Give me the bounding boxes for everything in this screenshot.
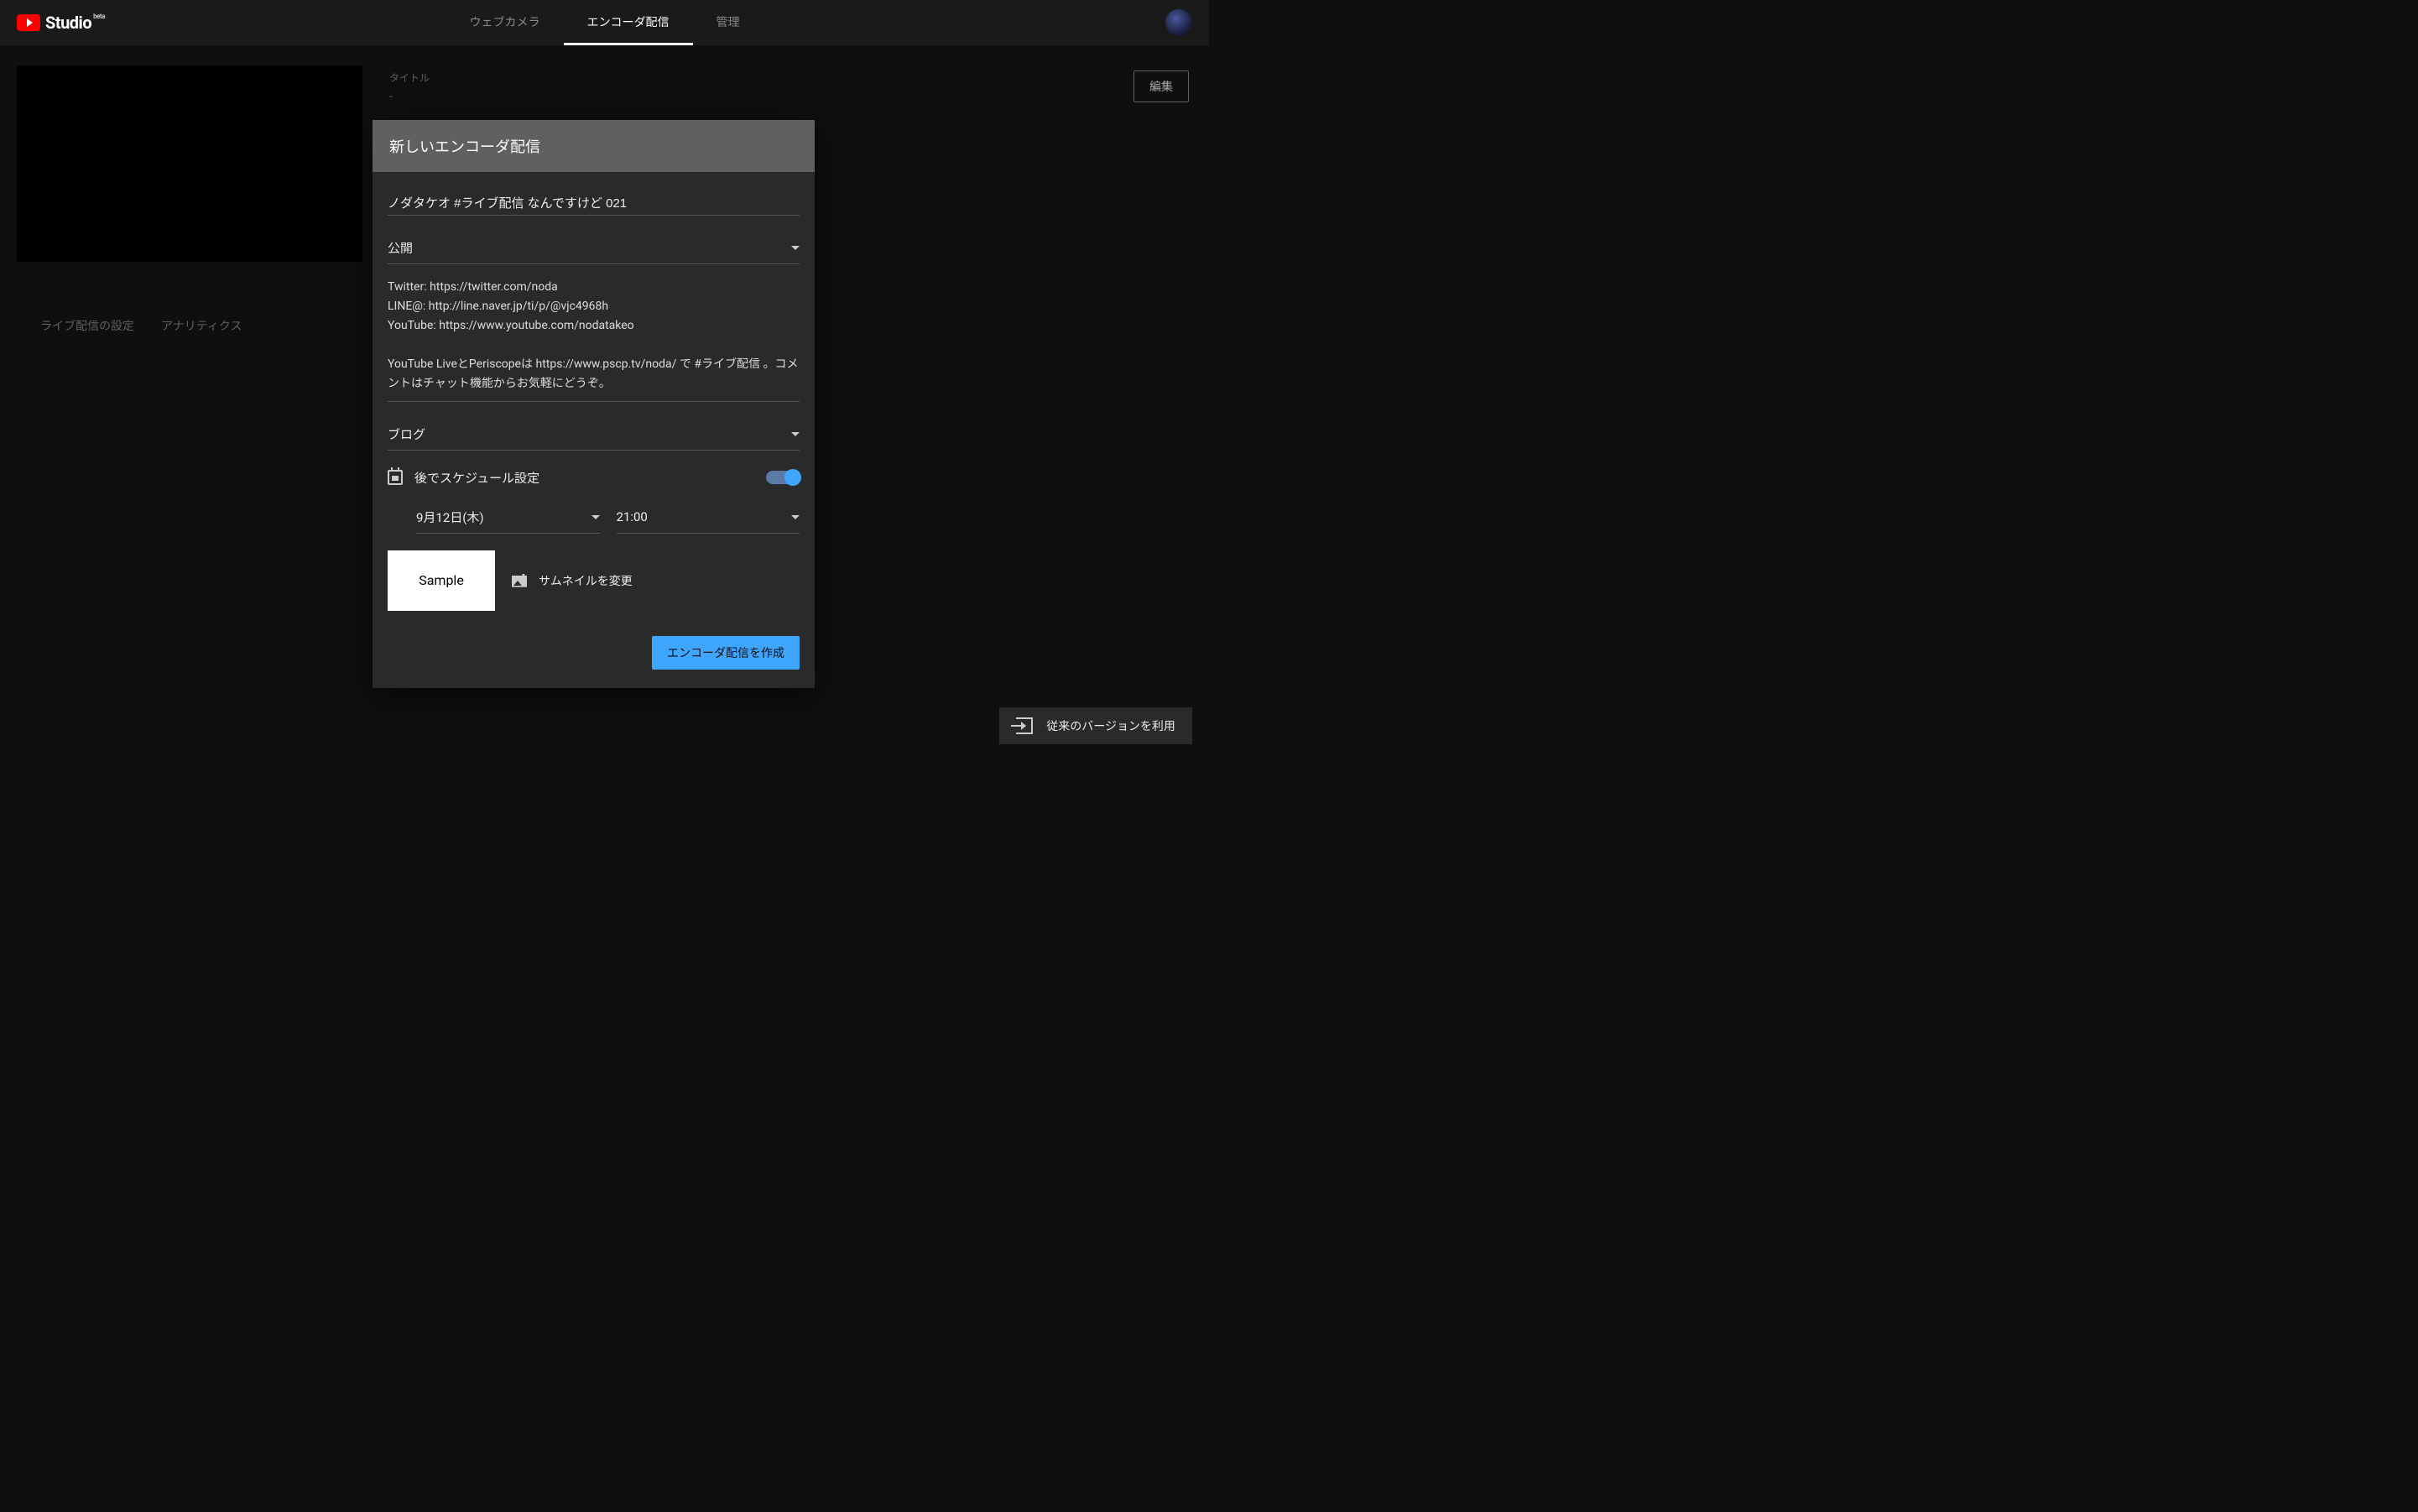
time-value: 21:00 xyxy=(617,509,648,524)
video-preview xyxy=(17,65,362,262)
chevron-down-icon xyxy=(591,515,600,519)
description-textarea[interactable]: Twitter: https://twitter.com/nodaLINE@: … xyxy=(388,278,800,402)
title-label: タイトル xyxy=(389,70,430,85)
change-thumbnail-label: サムネイルを変更 xyxy=(539,572,633,589)
chevron-down-icon xyxy=(791,246,800,250)
create-stream-button[interactable]: エンコーダ配信を作成 xyxy=(652,636,800,670)
title-value: - xyxy=(389,90,430,103)
chevron-down-icon xyxy=(791,432,800,436)
calendar-icon xyxy=(388,470,403,485)
subtab-analytics[interactable]: アナリティクス xyxy=(161,317,242,334)
header-tabs: ウェブカメラ エンコーダ配信 管理 xyxy=(446,0,763,45)
visibility-select[interactable]: 公開 xyxy=(388,231,800,264)
studio-logo[interactable]: Studiobeta xyxy=(17,13,105,33)
modal-heading: 新しいエンコーダ配信 xyxy=(373,120,815,172)
edit-button[interactable]: 編集 xyxy=(1133,70,1189,102)
subtab-stream-settings[interactable]: ライブ配信の設定 xyxy=(40,317,134,334)
user-avatar[interactable] xyxy=(1165,9,1192,36)
new-encoder-modal: 新しいエンコーダ配信 公開 Twitter: https://twitter.c… xyxy=(373,120,815,688)
time-select[interactable]: 21:00 xyxy=(617,502,800,534)
tab-webcam[interactable]: ウェブカメラ xyxy=(446,0,564,45)
main-content: ライブ配信の設定 アナリティクス タイトル - 編集 新しいエンコーダ配信 公開… xyxy=(0,45,1209,334)
legacy-label: 従来のバージョンを利用 xyxy=(1046,717,1175,734)
image-add-icon xyxy=(512,574,527,587)
stream-title-input[interactable] xyxy=(388,189,800,216)
tab-encoder[interactable]: エンコーダ配信 xyxy=(564,0,693,45)
top-header: Studiobeta ウェブカメラ エンコーダ配信 管理 xyxy=(0,0,1209,45)
details-pane: タイトル - 編集 新しいエンコーダ配信 公開 Twitter: https:/… xyxy=(373,65,1196,334)
preview-pane: ライブ配信の設定 アナリティクス xyxy=(17,65,362,334)
stream-subtabs: ライブ配信の設定 アナリティクス xyxy=(17,317,362,334)
category-select[interactable]: ブログ xyxy=(388,417,800,451)
change-thumbnail-button[interactable]: サムネイルを変更 xyxy=(512,572,633,589)
date-value: 9月12日(木) xyxy=(416,508,484,526)
visibility-value: 公開 xyxy=(388,239,413,257)
youtube-icon xyxy=(17,14,40,31)
studio-wordmark: Studiobeta xyxy=(45,13,105,33)
schedule-label: 後でスケジュール設定 xyxy=(414,469,754,487)
thumbnail-preview: Sample xyxy=(388,550,495,611)
category-value: ブログ xyxy=(388,425,425,443)
tab-manage[interactable]: 管理 xyxy=(693,0,763,45)
schedule-toggle[interactable] xyxy=(766,471,800,484)
exit-icon xyxy=(1016,717,1033,734)
date-select[interactable]: 9月12日(木) xyxy=(416,502,600,534)
stream-title-block: タイトル - xyxy=(389,70,430,103)
chevron-down-icon xyxy=(791,515,800,519)
legacy-version-button[interactable]: 従来のバージョンを利用 xyxy=(999,707,1192,744)
